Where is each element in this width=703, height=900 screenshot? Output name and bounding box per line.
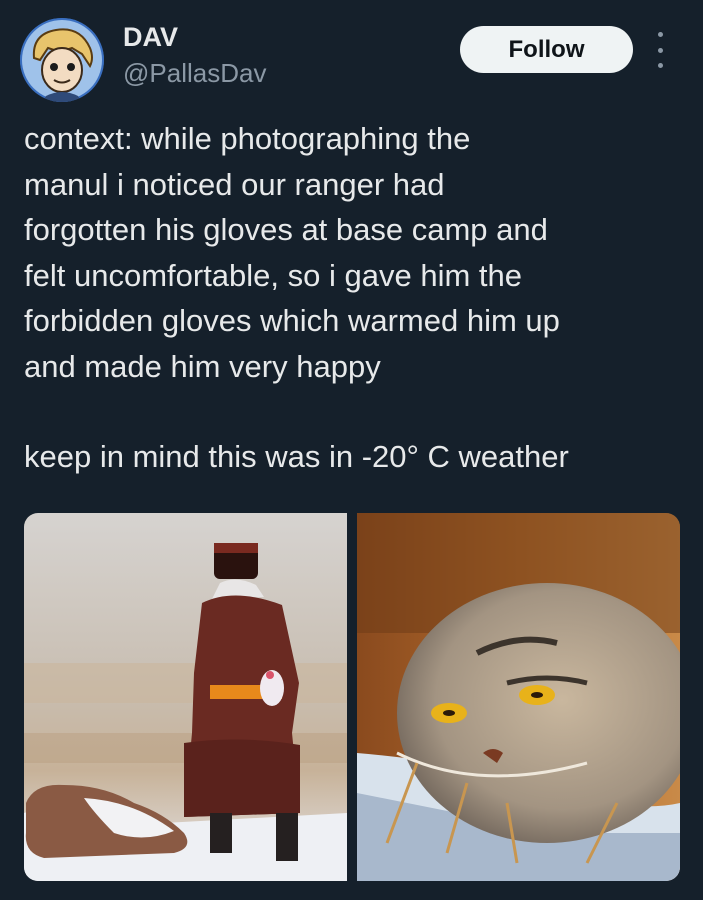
media-image-manul[interactable] [357, 513, 680, 881]
more-options-button[interactable] [650, 32, 670, 68]
tweet-text-paragraph-1: context: while photographing the manul i… [24, 121, 560, 384]
display-name[interactable]: DAV [123, 22, 178, 53]
photo-manul-icon [357, 513, 680, 881]
tweet-text-paragraph-2: keep in mind this was in -20° C weather [24, 439, 569, 474]
photo-ranger-icon [24, 513, 347, 881]
user-handle[interactable]: @PallasDav [123, 58, 266, 89]
tweet-text: context: while photographing the manul i… [24, 116, 684, 480]
media-image-ranger[interactable] [24, 513, 347, 881]
cartoon-avatar-icon [20, 18, 104, 102]
tweet-media [24, 513, 680, 881]
avatar[interactable] [20, 18, 104, 102]
follow-button[interactable]: Follow [460, 26, 633, 73]
more-vertical-icon [657, 32, 663, 37]
